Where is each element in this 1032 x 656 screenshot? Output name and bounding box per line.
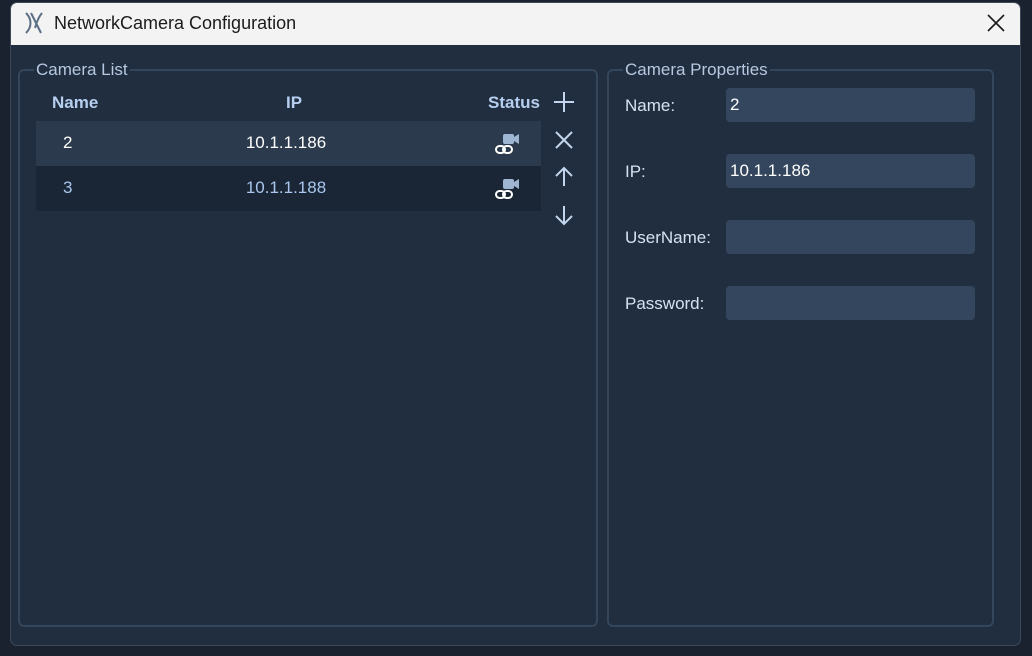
camera-properties-group: Camera Properties	[607, 60, 994, 627]
ip-field[interactable]	[726, 154, 975, 188]
camera-properties-legend: Camera Properties	[625, 60, 768, 79]
name-field[interactable]	[726, 88, 975, 122]
close-icon[interactable]	[986, 13, 1006, 33]
camera-row-name: 2	[63, 133, 73, 152]
camera-row-name: 3	[63, 178, 73, 197]
password-label: Password:	[625, 294, 705, 313]
username-label: UserName:	[625, 228, 711, 247]
column-header-name[interactable]: Name	[52, 93, 98, 113]
camera-row[interactable]: 3 10.1.1.188	[36, 166, 541, 211]
column-header-status[interactable]: Status	[488, 93, 540, 113]
camera-list-legend: Camera List	[36, 60, 128, 79]
column-header-ip[interactable]: IP	[286, 93, 302, 113]
camera-linked-icon	[495, 134, 519, 154]
camera-row-ip: 10.1.1.188	[245, 178, 327, 197]
move-up-icon[interactable]	[552, 165, 576, 189]
add-icon[interactable]	[552, 90, 576, 114]
move-down-icon[interactable]	[552, 203, 576, 227]
name-label: Name:	[625, 96, 676, 115]
title-bar: NetworkCamera Configuration	[11, 3, 1020, 45]
camera-linked-icon	[495, 179, 519, 199]
ip-label: IP:	[625, 162, 646, 181]
username-field[interactable]	[726, 220, 975, 254]
camera-row[interactable]: 2 10.1.1.186	[36, 121, 541, 166]
app-logo-icon	[25, 12, 43, 34]
camera-row-ip: 10.1.1.186	[245, 133, 327, 152]
window-title: NetworkCamera Configuration	[54, 13, 297, 33]
remove-icon[interactable]	[552, 128, 576, 152]
password-field[interactable]	[726, 286, 975, 320]
